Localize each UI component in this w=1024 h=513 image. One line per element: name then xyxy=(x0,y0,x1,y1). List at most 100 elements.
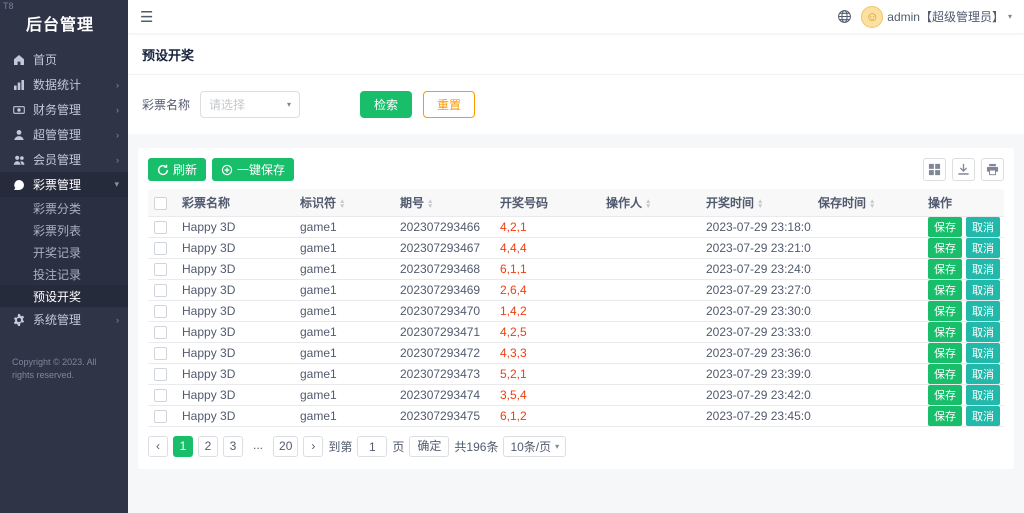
sidebar-item-members[interactable]: 会员管理› xyxy=(0,147,128,172)
cell-period: 202307293469 xyxy=(394,280,494,301)
row-save-button[interactable]: 保存 xyxy=(928,280,962,300)
finance-icon xyxy=(13,104,25,116)
sidebar-subitem-preset-draw[interactable]: 预设开奖 xyxy=(0,285,128,307)
row-checkbox[interactable] xyxy=(154,368,167,381)
row-checkbox[interactable] xyxy=(154,305,167,318)
sort-icon[interactable]: ▲▼ xyxy=(339,199,345,209)
cell-draw-numbers: 3,5,4 xyxy=(494,385,600,406)
save-all-icon xyxy=(221,164,233,176)
row-cancel-button[interactable]: 取消 xyxy=(966,280,1000,300)
system-icon xyxy=(13,314,25,326)
row-cancel-button[interactable]: 取消 xyxy=(966,217,1000,237)
row-checkbox[interactable] xyxy=(154,326,167,339)
print-icon[interactable] xyxy=(981,158,1004,181)
row-save-button[interactable]: 保存 xyxy=(928,343,962,363)
page-button-20[interactable]: 20 xyxy=(273,436,298,457)
sidebar-item-admins[interactable]: 超管管理› xyxy=(0,122,128,147)
cell-identifier: game1 xyxy=(294,343,394,364)
table-body: Happy 3Dgame12023072934664,2,12023-07-29… xyxy=(148,217,1004,427)
sidebar-item-system[interactable]: 系统管理› xyxy=(0,307,128,332)
sidebar-subitem-bet-records[interactable]: 投注记录 xyxy=(0,263,128,285)
sort-icon[interactable]: ▲▼ xyxy=(869,199,875,209)
row-cancel-button[interactable]: 取消 xyxy=(966,322,1000,342)
row-cancel-button[interactable]: 取消 xyxy=(966,238,1000,258)
sidebar-item-home[interactable]: 首页 xyxy=(0,47,128,72)
page-button-2[interactable]: 2 xyxy=(198,436,218,457)
cell-save-time xyxy=(812,364,922,385)
row-checkbox[interactable] xyxy=(154,242,167,255)
search-button[interactable]: 检索 xyxy=(360,91,412,118)
row-checkbox[interactable] xyxy=(154,389,167,402)
sort-icon[interactable]: ▲▼ xyxy=(757,199,763,209)
jump-confirm-button[interactable]: 确定 xyxy=(409,436,449,457)
column-header: 彩票名称 xyxy=(176,189,294,217)
table-row: Happy 3Dgame12023072934743,5,42023-07-29… xyxy=(148,385,1004,406)
cell-identifier: game1 xyxy=(294,385,394,406)
reset-button[interactable]: 重置 xyxy=(423,91,475,118)
page-button-3[interactable]: 3 xyxy=(223,436,243,457)
next-page-button[interactable]: › xyxy=(303,436,323,457)
cell-lottery-name: Happy 3D xyxy=(176,280,294,301)
language-globe-icon[interactable] xyxy=(837,9,853,25)
row-cancel-button[interactable]: 取消 xyxy=(966,385,1000,405)
prev-page-button[interactable]: ‹ xyxy=(148,436,168,457)
row-checkbox[interactable] xyxy=(154,347,167,360)
row-cancel-button[interactable]: 取消 xyxy=(966,259,1000,279)
sort-icon[interactable]: ▲▼ xyxy=(427,199,433,209)
sidebar-item-finance[interactable]: 财务管理› xyxy=(0,97,128,122)
column-header-label: 期号 xyxy=(400,196,424,210)
cell-lottery-name: Happy 3D xyxy=(176,322,294,343)
export-icon[interactable] xyxy=(952,158,975,181)
sidebar-subitem-lottery-category[interactable]: 彩票分类 xyxy=(0,197,128,219)
cell-period: 202307293466 xyxy=(394,217,494,238)
sidebar-item-lottery[interactable]: 彩票管理▾ xyxy=(0,172,128,197)
row-cancel-button[interactable]: 取消 xyxy=(966,406,1000,426)
sidebar-item-stats[interactable]: 数据统计› xyxy=(0,72,128,97)
chevron-right-icon: › xyxy=(116,105,119,115)
row-save-button[interactable]: 保存 xyxy=(928,385,962,405)
row-checkbox-cell xyxy=(148,217,176,238)
row-cancel-button[interactable]: 取消 xyxy=(966,301,1000,321)
row-save-button[interactable]: 保存 xyxy=(928,322,962,342)
row-checkbox[interactable] xyxy=(154,284,167,297)
save-all-label: 一键保存 xyxy=(237,161,285,178)
cell-identifier: game1 xyxy=(294,259,394,280)
row-save-button[interactable]: 保存 xyxy=(928,364,962,384)
row-save-button[interactable]: 保存 xyxy=(928,406,962,426)
user-menu[interactable]: ☺ admin【超级管理员】 ▾ xyxy=(861,6,1012,28)
cell-period: 202307293467 xyxy=(394,238,494,259)
row-save-button[interactable]: 保存 xyxy=(928,301,962,321)
page-ellipsis: ... xyxy=(248,436,268,457)
columns-icon[interactable] xyxy=(923,158,946,181)
app-title: 后台管理 xyxy=(0,0,128,47)
cell-identifier: game1 xyxy=(294,301,394,322)
sidebar-item-label: 财务管理 xyxy=(33,101,116,118)
page-button-1[interactable]: 1 xyxy=(173,436,193,457)
select-all-checkbox[interactable] xyxy=(154,197,167,210)
row-checkbox[interactable] xyxy=(154,221,167,234)
cell-draw-numbers: 5,2,1 xyxy=(494,364,600,385)
row-save-button[interactable]: 保存 xyxy=(928,238,962,258)
refresh-button[interactable]: 刷新 xyxy=(148,158,206,181)
copyright-text: Copyright © 2023. All rights reserved. xyxy=(0,356,128,382)
row-checkbox[interactable] xyxy=(154,410,167,423)
per-page-select[interactable]: 10条/页 ▾ xyxy=(503,436,566,457)
hamburger-menu-icon[interactable]: ☰ xyxy=(140,8,153,26)
cell-operator xyxy=(600,217,700,238)
row-cancel-button[interactable]: 取消 xyxy=(966,343,1000,363)
save-all-button[interactable]: 一键保存 xyxy=(212,158,294,181)
row-save-button[interactable]: 保存 xyxy=(928,259,962,279)
cell-period: 202307293475 xyxy=(394,406,494,427)
sidebar-subitem-lottery-list[interactable]: 彩票列表 xyxy=(0,219,128,241)
cell-save-time xyxy=(812,217,922,238)
sort-icon[interactable]: ▲▼ xyxy=(645,199,651,209)
cell-draw-numbers: 1,4,2 xyxy=(494,301,600,322)
cell-draw-numbers: 4,2,5 xyxy=(494,322,600,343)
row-cancel-button[interactable]: 取消 xyxy=(966,364,1000,384)
sidebar-subitem-draw-records[interactable]: 开奖记录 xyxy=(0,241,128,263)
row-checkbox[interactable] xyxy=(154,263,167,276)
row-save-button[interactable]: 保存 xyxy=(928,217,962,237)
cell-operator xyxy=(600,259,700,280)
jump-page-input[interactable] xyxy=(357,436,387,457)
lottery-name-select[interactable]: 请选择 ▾ xyxy=(200,91,300,118)
